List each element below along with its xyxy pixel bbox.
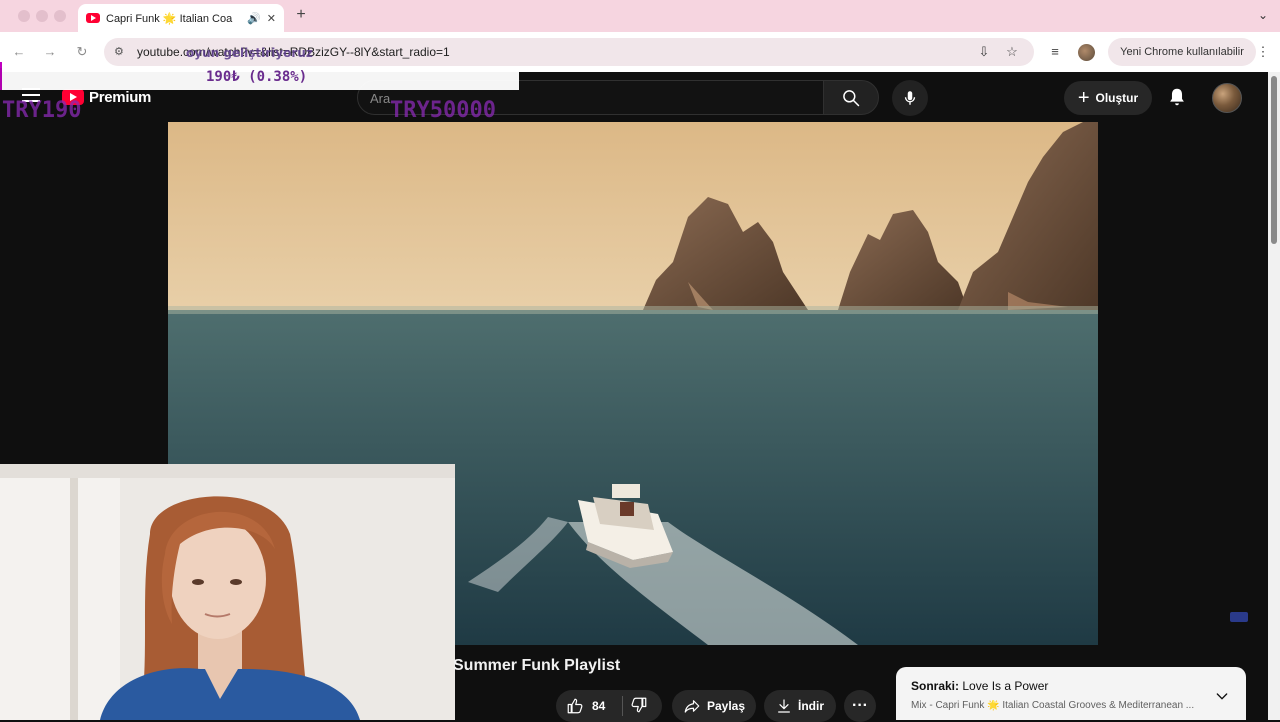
create-label: Oluştur [1095, 91, 1139, 105]
browser-tab-active[interactable]: Capri Funk 🌟 Italian Coa 🔊 ✕ [78, 4, 284, 32]
tab-title: Capri Funk 🌟 Italian Coa [106, 12, 233, 25]
chrome-update-notice[interactable]: Yeni Chrome kullanılabilir [1108, 38, 1256, 66]
share-label: Paylaş [706, 699, 746, 713]
download-button[interactable]: İndir [764, 690, 836, 722]
up-next-title[interactable]: Sonraki: Love Is a Power [911, 679, 1048, 693]
webcam-person-image [0, 464, 455, 720]
share-button[interactable]: Paylaş [672, 690, 756, 722]
search-button[interactable] [823, 80, 879, 115]
up-next-card[interactable] [896, 667, 1246, 720]
mic-icon [904, 91, 916, 105]
overlay-try-left: TRY190 [2, 98, 82, 123]
reading-list-icon[interactable]: ≡ [1046, 44, 1064, 60]
tab-close-icon[interactable]: ✕ [267, 12, 276, 25]
back-icon[interactable]: ← [10, 44, 28, 60]
like-button[interactable]: 84 [566, 696, 605, 716]
window-minimize-button[interactable] [36, 10, 48, 22]
bell-icon[interactable] [1166, 86, 1188, 108]
voice-search-button[interactable] [892, 80, 928, 116]
donation-goal-title: oyun geliştiriyoruz [186, 46, 313, 60]
like-divider [622, 696, 623, 716]
star-icon[interactable]: ☆ [1003, 44, 1021, 60]
share-icon [684, 700, 700, 713]
page-scrollbar-thumb[interactable] [1271, 76, 1277, 244]
window-close-button[interactable] [18, 10, 30, 22]
tab-search-chevron-icon[interactable]: ⌄ [1254, 6, 1272, 24]
window-maximize-button[interactable] [54, 10, 66, 22]
donation-goal-amount: 190₺ (0.38%) [206, 69, 308, 85]
create-button[interactable]: + Oluştur [1064, 81, 1152, 115]
like-count: 84 [592, 699, 606, 713]
like-icon [567, 698, 583, 714]
download-label: İndir [798, 699, 824, 713]
menu-icon[interactable]: ⋮ [1256, 44, 1270, 60]
install-icon[interactable]: ⇩ [975, 44, 993, 60]
speaker-icon[interactable]: 🔊 [247, 12, 261, 25]
up-next-subtitle: Mix - Capri Funk 🌟 Italian Coastal Groov… [911, 700, 1195, 711]
overlay-try-right: TRY50000 [390, 98, 496, 123]
hd-badge-icon [1230, 612, 1248, 622]
plus-icon: + [1077, 87, 1090, 109]
video-title: Summer Funk Playlist [453, 657, 621, 674]
forward-icon[interactable]: → [41, 44, 59, 60]
chevron-down-icon[interactable] [1214, 688, 1230, 704]
youtube-favicon-icon [86, 13, 100, 23]
dislike-button[interactable] [630, 696, 650, 716]
youtube-brand-text[interactable]: Premium [89, 89, 151, 106]
download-icon [778, 699, 790, 713]
more-actions-button[interactable]: ··· [844, 690, 876, 722]
up-next-video-title: Love Is a Power [959, 679, 1049, 693]
new-tab-button[interactable]: + [292, 6, 310, 24]
chrome-profile-avatar[interactable] [1078, 44, 1095, 61]
dislike-icon [631, 697, 647, 713]
reload-icon[interactable]: ↻ [73, 44, 91, 60]
site-info-icon[interactable]: ⚙ [114, 45, 124, 58]
search-icon [843, 89, 860, 106]
account-avatar[interactable] [1212, 83, 1242, 113]
up-next-prefix: Sonraki: [911, 679, 960, 693]
webcam-feed [0, 464, 455, 720]
